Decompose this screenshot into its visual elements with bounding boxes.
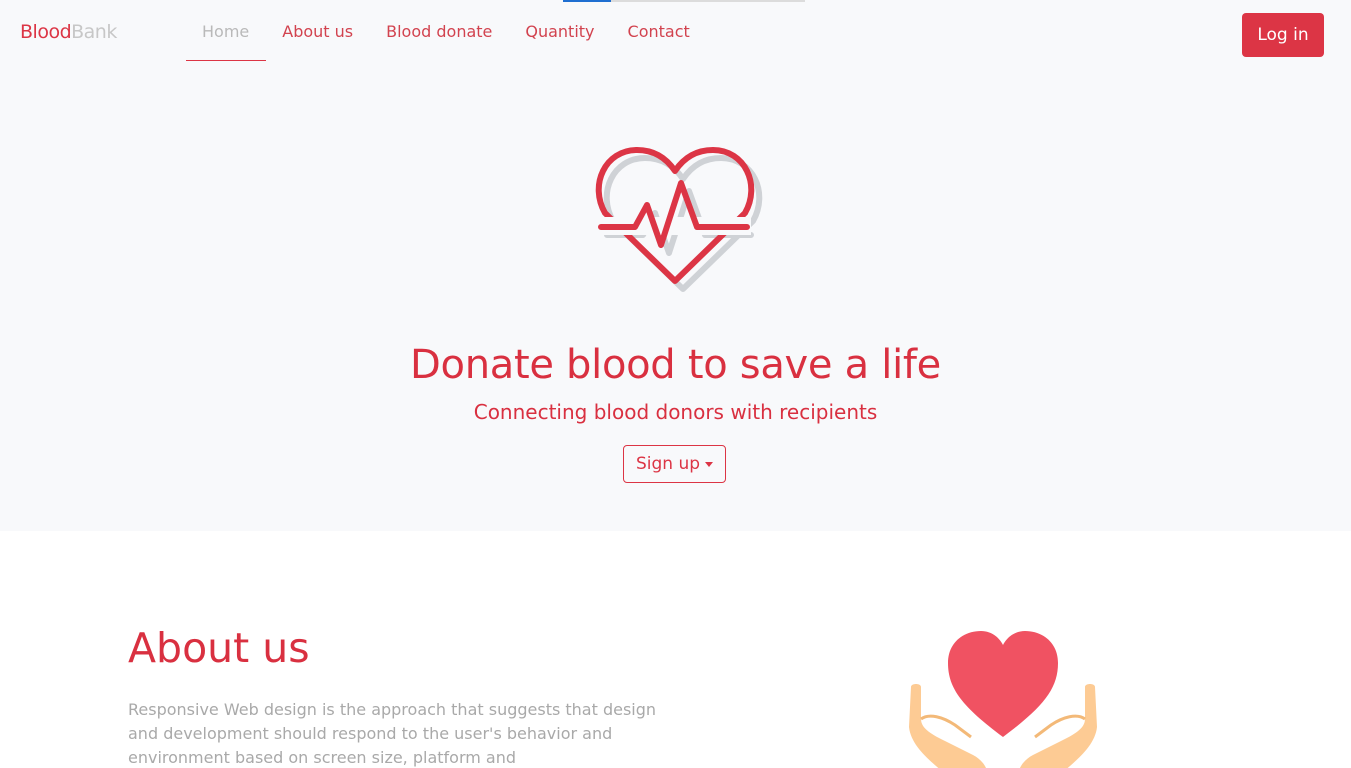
caret-down-icon (705, 462, 714, 467)
about-title: About us (128, 624, 310, 672)
signup-label: Sign up (635, 454, 701, 474)
navbar: BloodBank Home About us Blood donate Qua… (0, 0, 1351, 70)
nav-item-blood-donate[interactable]: Blood donate (370, 0, 509, 62)
hero-title: Donate blood to save a life (410, 342, 941, 388)
signup-dropdown-button[interactable]: Sign up (623, 445, 726, 483)
hero-section: Donate blood to save a life Connecting b… (0, 70, 1351, 531)
nav-item-contact[interactable]: Contact (612, 0, 707, 62)
nav-item-about-us[interactable]: About us (266, 0, 370, 62)
brand-part-blood: Blood (20, 21, 72, 43)
hero-subtitle: Connecting blood donors with recipients (473, 400, 878, 424)
about-text: Responsive Web design is the approach th… (128, 700, 657, 767)
login-button[interactable]: Log in (1242, 13, 1324, 57)
main-nav: Home About us Blood donate Quantity Cont… (186, 0, 707, 62)
heartbeat-heart-icon (595, 147, 763, 292)
brand-logo[interactable]: BloodBank (20, 21, 117, 43)
nav-item-quantity[interactable]: Quantity (509, 0, 611, 62)
brand-part-bank: Bank (71, 21, 117, 43)
hands-holding-heart-icon (909, 631, 1097, 768)
nav-item-home[interactable]: Home (186, 0, 267, 62)
